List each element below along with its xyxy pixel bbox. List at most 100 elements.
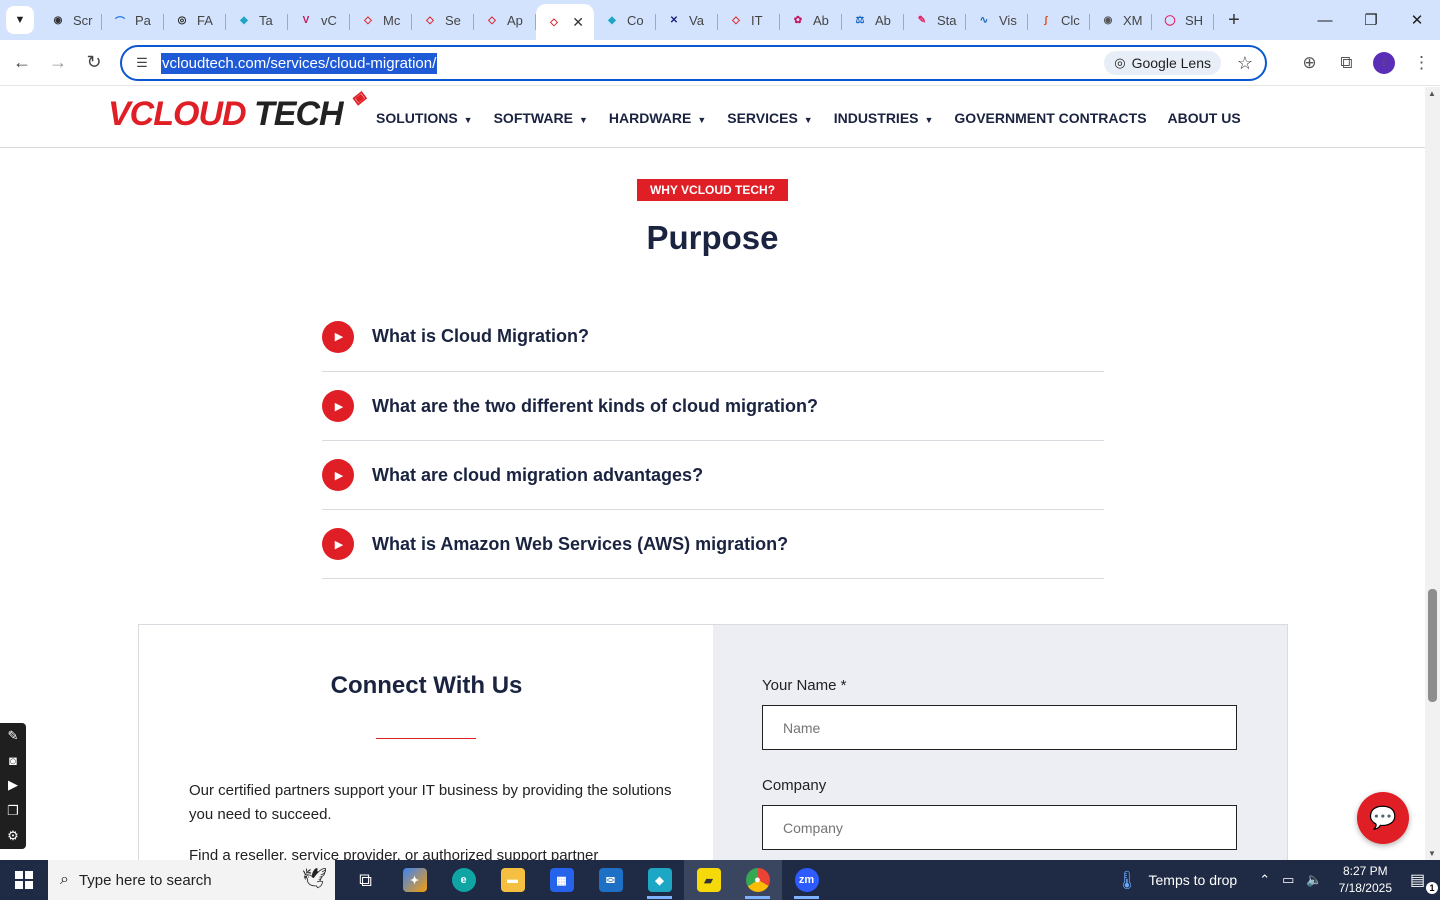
browser-tab[interactable]: ✕ Va [656,4,718,36]
nav-item[interactable]: SOFTWARE ▼ [494,110,588,126]
browser-tab[interactable]: ∿ Vis [966,4,1028,36]
chat-widget-button[interactable]: 💬 [1357,792,1409,844]
site-logo[interactable]: VCLOUD TECH ◈ [108,87,366,134]
browser-tab[interactable]: ◯ SH [1152,4,1214,36]
play-arrow-icon: ▶ [322,528,354,560]
nav-item[interactable]: ABOUT US [1168,110,1241,126]
menu-kebab-icon[interactable]: ⋮ [1403,53,1440,73]
browser-tab[interactable]: ✎ Sta [904,4,966,36]
faq-accordion: ▶ What is Cloud Migration? ▶ What are the t… [322,302,1104,579]
nav-item[interactable]: SOLUTIONS ▼ [376,110,473,126]
browser-tab[interactable]: ◇ Ap [474,4,536,36]
nav-item[interactable]: SERVICES ▼ [727,110,812,126]
faq-item[interactable]: ▶ What is Amazon Web Services (AWS) migra… [322,510,1104,579]
site-info-icon[interactable]: ☰ [126,55,158,71]
browser-tab[interactable]: ◇ IT [718,4,780,36]
scrollbar-thumb[interactable] [1428,589,1437,702]
tab-title: Scr [73,12,93,28]
tab-favicon-icon: ◇ [426,14,434,26]
close-tab-icon[interactable]: ✕ [572,14,584,31]
web-page: VCLOUD TECH ◈ SOLUTIONS ▼ SOFTWARE ▼ HARDWAR… [0,87,1425,860]
tab-title: Sta [937,12,957,28]
camera-icon[interactable]: ◙ [9,753,17,768]
browser-tab[interactable]: ⚖ Ab [842,4,904,36]
browser-tab[interactable]: ◆ Ta [226,4,288,36]
browser-tab[interactable]: ◇ Se [412,4,474,36]
system-tray: 🌡 Temps to drop ⌃ ▭ 🔈 8:27 PM 7/18/2025 … [1116,860,1440,900]
google-lens-button[interactable]: ◎ Google Lens [1104,51,1221,75]
scroll-down-arrow-icon[interactable]: ▼ [1428,849,1436,858]
name-input[interactable] [762,705,1237,750]
browser-tab[interactable]: VvC [288,4,350,36]
volume-icon[interactable]: 🔈 [1306,872,1322,888]
screen-capture-toolbar: ✎ ◙ ▶ ❐ ⚙ [0,723,26,849]
faq-item[interactable]: ▶ What is Cloud Migration? [322,302,1104,372]
taskbar-search[interactable]: ⌕ Type here to search 🕊 [48,860,335,900]
sticky-notes-icon[interactable]: ▰ [684,860,733,900]
profile-avatar[interactable]: t [1373,52,1395,74]
faq-question: What is Cloud Migration? [372,326,589,346]
faq-item[interactable]: ▶ What are cloud migration advantages? [322,441,1104,510]
tab-favicon-icon: ◆ [240,14,248,26]
tab-favicon-icon: ◆ [608,14,616,26]
nav-item-label: GOVERNMENT CONTRACTS [954,110,1147,126]
browser-tab[interactable]: ✿ Ab [780,4,842,36]
network-icon[interactable]: ▭ [1282,872,1294,888]
notification-center-icon[interactable]: ▤ 1 [1410,870,1440,894]
extensions-icon[interactable]: ⧉ [1328,53,1365,73]
browser-tab[interactable]: ⌒ Pa [102,4,164,36]
browser-tab[interactable]: ◉ XM [1090,4,1152,36]
browser-tab[interactable]: ◇ ✕ [536,4,594,40]
file-explorer-icon[interactable]: ▬ [488,860,537,900]
zoom-icon[interactable]: zm [782,860,831,900]
nav-item[interactable]: GOVERNMENT CONTRACTS [954,110,1146,126]
pinned-apps: ⧉ ✦ e ▬ ▦ ✉ ◆ ▰ ● zm [341,860,831,900]
clock[interactable]: 8:27 PM 7/18/2025 [1339,863,1392,897]
edge-icon[interactable]: e [439,860,488,900]
reload-button[interactable]: ↻ [76,45,112,81]
video-icon[interactable]: ▶ [8,777,18,793]
company-input[interactable] [762,805,1237,850]
windows-icon[interactable]: ❐ [7,803,19,819]
chevron-up-icon[interactable]: ⌃ [1259,872,1270,888]
page-scrollbar[interactable]: ▲ ▼ [1425,87,1440,860]
browser-tab[interactable]: ◉ Scr [40,4,102,36]
search-icon: ⌕ [60,871,69,888]
settings-gear-icon[interactable]: ⚙ [7,828,19,844]
close-window-button[interactable]: ✕ [1394,0,1440,40]
address-bar[interactable]: ☰ vcloudtech.com/services/cloud-migratio… [120,45,1267,81]
nav-item-label: ABOUT US [1167,110,1241,126]
browser-tab[interactable]: ◎ FA [164,4,226,36]
copilot-icon[interactable]: ✦ [390,860,439,900]
forward-button[interactable]: → [40,45,76,81]
tab-title: Ab [875,12,891,28]
tab-title: Vis [999,12,1017,28]
app-diamond-icon[interactable]: ◆ [635,860,684,900]
task-view-icon[interactable]: ⧉ [341,860,390,900]
scroll-up-arrow-icon[interactable]: ▲ [1428,89,1436,98]
pen-icon[interactable]: ✎ [8,728,19,744]
browser-tab[interactable]: ◇ Mc [350,4,412,36]
windows-logo-icon [15,871,33,889]
browser-tab[interactable]: ∫ Clc [1028,4,1090,36]
thermometer-icon: 🌡 [1115,869,1139,890]
maximize-button[interactable]: ❐ [1348,0,1394,40]
ms-store-icon[interactable]: ▦ [537,860,586,900]
weather-widget[interactable]: 🌡 Temps to drop [1116,870,1238,891]
url-text[interactable]: vcloudtech.com/services/cloud-migration/ [161,52,438,74]
start-button[interactable] [0,860,48,900]
new-tab-button[interactable]: + [1220,6,1248,34]
faq-item[interactable]: ▶ What are the two different kinds of clo… [322,372,1104,441]
tab-search-button[interactable]: ▼ [6,6,34,34]
chrome-icon[interactable]: ● [733,860,782,900]
mail-icon[interactable]: ✉ [586,860,635,900]
minimize-button[interactable]: — [1302,0,1348,40]
nav-item[interactable]: INDUSTRIES ▼ [834,110,934,126]
nav-item[interactable]: HARDWARE ▼ [609,110,706,126]
back-button[interactable]: ← [4,45,40,81]
bookmark-star-icon[interactable]: ☆ [1237,53,1253,74]
logo-spark-icon: ◈ [351,87,366,107]
connect-description-2: Find a reseller, service provider, or au… [189,847,599,860]
translate-icon[interactable]: ⊕ [1291,53,1328,73]
browser-tab[interactable]: ◆ Co [594,4,656,36]
